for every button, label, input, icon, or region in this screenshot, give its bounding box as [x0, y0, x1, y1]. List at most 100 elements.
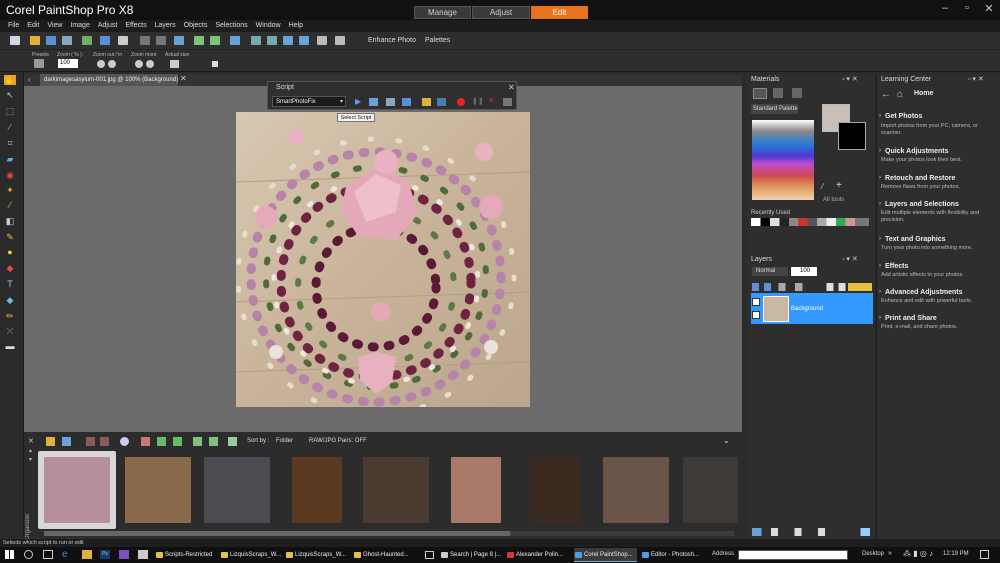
- flood-fill-icon[interactable]: ◆: [4, 263, 16, 273]
- history-icon[interactable]: [230, 36, 240, 45]
- opacity-input[interactable]: 100: [791, 267, 817, 276]
- pause-script-icon[interactable]: ❚❚: [472, 97, 484, 105]
- redo-icon[interactable]: [210, 36, 220, 45]
- layers-options-icon[interactable]: ▫ ▾ ✕: [842, 255, 858, 263]
- tab-manage[interactable]: Manage: [414, 6, 471, 19]
- notifications-icon[interactable]: [980, 550, 989, 559]
- lc-layers-selections[interactable]: Layers and Selections: [885, 201, 959, 208]
- capture-icon[interactable]: [173, 437, 182, 446]
- lc-effects[interactable]: Effects: [885, 263, 908, 270]
- all-tools-checkbox[interactable]: All tools: [823, 197, 844, 203]
- lc-advanced-adjustments[interactable]: Advanced Adjustments: [885, 289, 963, 296]
- thumbnail-1[interactable]: [44, 457, 110, 523]
- swatch-set-select[interactable]: Standard Palette: [751, 104, 798, 114]
- navigation-icon[interactable]: [46, 437, 55, 446]
- share-icon[interactable]: [82, 36, 92, 45]
- cut-icon[interactable]: [140, 36, 150, 45]
- organizer-scroll-thumb[interactable]: [44, 531, 510, 536]
- task-corel-paintshop[interactable]: Corel PaintShop...: [574, 548, 637, 562]
- print-icon[interactable]: [118, 36, 128, 45]
- people-icon[interactable]: [120, 437, 129, 446]
- tab-adjust[interactable]: Adjust: [472, 6, 530, 19]
- photoshop-icon[interactable]: Ps: [100, 550, 110, 559]
- tab-edit[interactable]: Edit: [531, 6, 588, 19]
- color-swatch-grid[interactable]: [752, 120, 814, 200]
- crop-tool-icon[interactable]: ⌗: [4, 138, 16, 148]
- paste-icon[interactable]: [174, 36, 184, 45]
- script-close-icon[interactable]: ✕: [508, 83, 515, 92]
- recent-colors-row[interactable]: [751, 218, 869, 226]
- start-icon[interactable]: [5, 550, 14, 559]
- zoom-in-button[interactable]: [108, 60, 116, 68]
- selection-tool-icon[interactable]: ⬚: [4, 106, 16, 116]
- pen-tool-icon[interactable]: ✏: [4, 311, 16, 321]
- red-eye-tool-icon[interactable]: ◉: [4, 170, 16, 180]
- lc-text-graphics[interactable]: Text and Graphics: [885, 236, 946, 243]
- mail-icon[interactable]: [425, 551, 434, 559]
- zoom-more-out-button[interactable]: [135, 60, 143, 68]
- enhance-photo-menu[interactable]: Enhance Photo: [368, 37, 416, 44]
- warp-brush-icon[interactable]: ⤫: [4, 326, 16, 336]
- makeover-tool-icon[interactable]: ✦: [4, 185, 16, 195]
- menu-help[interactable]: Help: [289, 20, 303, 32]
- lc-get-photos[interactable]: Get Photos: [885, 113, 922, 120]
- home-icon[interactable]: ⌂: [897, 89, 903, 100]
- task-search-page[interactable]: Search | Page 8 |...: [440, 548, 502, 562]
- materials-options-icon[interactable]: ▫ ▾ ✕: [842, 75, 858, 83]
- undo-icon[interactable]: [194, 36, 204, 45]
- thumbnail-8[interactable]: [603, 457, 669, 523]
- address-input[interactable]: [738, 550, 848, 560]
- new-file-icon[interactable]: [10, 36, 20, 45]
- task-scripts-restricted[interactable]: Scripts-Restricted: [155, 548, 217, 562]
- sort-by-select[interactable]: Folder: [276, 438, 293, 444]
- save-icon[interactable]: [46, 36, 56, 45]
- task-lizquis-2[interactable]: LizquisScraps_W...: [285, 548, 347, 562]
- scan-icon[interactable]: [100, 36, 110, 45]
- app-icon[interactable]: [119, 550, 129, 559]
- minimize-icon[interactable]: –: [934, 2, 956, 15]
- menu-window[interactable]: Window: [256, 20, 281, 32]
- toolbar-option-icon[interactable]: [212, 61, 218, 67]
- thumbnail-3[interactable]: [204, 457, 270, 523]
- rotate-right-icon[interactable]: [209, 437, 218, 446]
- run-script-mode-icon[interactable]: [369, 98, 378, 106]
- document-tab[interactable]: darkimagesasylum-001.jpg @ 100% (Backgro…: [40, 74, 178, 86]
- actual-size-button[interactable]: [170, 60, 179, 68]
- thumbnail-6[interactable]: [451, 457, 501, 523]
- dodge-tool-icon[interactable]: ●: [4, 247, 16, 257]
- document-image[interactable]: [236, 112, 530, 407]
- run-script-icon[interactable]: ▶: [355, 97, 361, 106]
- copy-icon[interactable]: [156, 36, 166, 45]
- swatches-tab-icon[interactable]: [792, 88, 802, 98]
- stop-script-icon[interactable]: [503, 98, 512, 106]
- thumbnail-9[interactable]: [683, 457, 738, 523]
- thumbnail-7[interactable]: [530, 457, 580, 523]
- menu-file[interactable]: File: [8, 20, 19, 32]
- tray-chevron-icon[interactable]: »: [888, 550, 892, 557]
- rainbow-tab-icon[interactable]: [773, 88, 783, 98]
- rotate-left-icon[interactable]: [193, 437, 202, 446]
- zoom-input[interactable]: 100: [58, 59, 78, 68]
- share-organizer-icon[interactable]: [157, 437, 166, 446]
- lc-print-share[interactable]: Print and Share: [885, 315, 937, 322]
- palettes-menu[interactable]: Palettes: [425, 37, 450, 44]
- cancel-script-icon[interactable]: ✕: [488, 96, 495, 105]
- file-explorer-icon[interactable]: [82, 550, 92, 559]
- menu-edit[interactable]: Edit: [27, 20, 39, 32]
- save-script-icon[interactable]: [402, 98, 411, 106]
- eraser-tool-icon[interactable]: ▬: [4, 341, 16, 351]
- add-swatch-icon[interactable]: +: [836, 180, 842, 191]
- edit-script-icon[interactable]: [386, 98, 395, 106]
- dropper-icon[interactable]: ⁄: [822, 182, 823, 191]
- presets-icon[interactable]: [34, 59, 44, 68]
- task-editor-photoshop[interactable]: Editor - Photosh...: [641, 548, 705, 562]
- lc-retouch-restore[interactable]: Retouch and Restore: [885, 175, 955, 182]
- menu-image[interactable]: Image: [70, 20, 89, 32]
- background-color-swatch[interactable]: [838, 122, 866, 150]
- pan-tool-icon[interactable]: ✋: [4, 75, 16, 85]
- menu-view[interactable]: View: [47, 20, 62, 32]
- raw-jpg-pairs-toggle[interactable]: RAW/JPG Pairs: OFF: [309, 438, 367, 444]
- thumbnail-4[interactable]: [292, 457, 342, 523]
- thumbnail-2[interactable]: [125, 457, 191, 523]
- zoom-out-icon[interactable]: [299, 36, 309, 45]
